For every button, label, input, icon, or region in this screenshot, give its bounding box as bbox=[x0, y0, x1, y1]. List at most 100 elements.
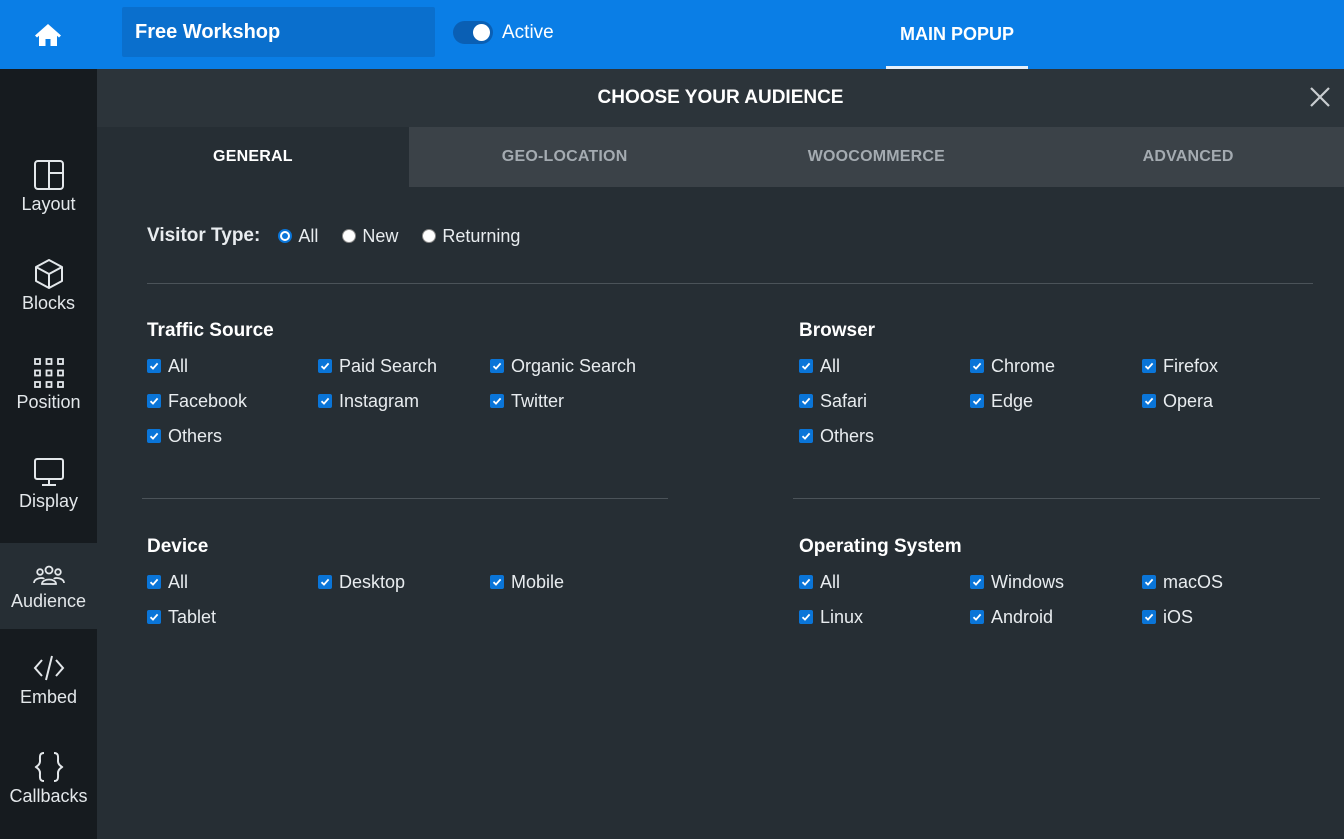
checkbox-checked-icon bbox=[1142, 394, 1156, 408]
sidebar-item-position[interactable]: Position bbox=[0, 336, 97, 422]
browser-section: Browser All Chrome Firefox Safari Edge Opera O… bbox=[799, 320, 1313, 447]
checkbox-label: All bbox=[820, 571, 841, 592]
tab-geo-location[interactable]: GEO-LOCATION bbox=[409, 127, 721, 187]
checkbox-checked-icon bbox=[147, 394, 161, 408]
sidebar-item-callbacks[interactable]: Callbacks bbox=[0, 730, 97, 816]
toggle-knob bbox=[473, 24, 490, 41]
checkbox-checked-icon bbox=[799, 429, 813, 443]
checkbox-checked-icon bbox=[799, 610, 813, 624]
section-title: Operating System bbox=[799, 536, 962, 557]
layout-icon bbox=[33, 160, 64, 190]
checkbox-android[interactable]: Android bbox=[970, 606, 1142, 628]
checkbox-checked-icon bbox=[970, 394, 984, 408]
checkbox-macos[interactable]: macOS bbox=[1142, 571, 1313, 593]
active-toggle[interactable] bbox=[453, 21, 493, 44]
checkbox-windows[interactable]: Windows bbox=[970, 571, 1142, 593]
checkbox-checked-icon bbox=[799, 575, 813, 589]
checkbox-all[interactable]: All bbox=[147, 355, 318, 377]
visitor-type-label: Visitor Type: bbox=[147, 225, 261, 246]
sidebar-item-label: Blocks bbox=[21, 293, 75, 313]
visitor-type-row: Visitor Type: All New Returning bbox=[147, 225, 544, 247]
checkbox-label: Facebook bbox=[168, 390, 248, 411]
checkbox-tablet[interactable]: Tablet bbox=[147, 606, 318, 628]
visitor-type-returning-radio[interactable]: Returning bbox=[422, 226, 520, 247]
radio-label: All bbox=[298, 225, 319, 246]
sidebar-item-label: Embed bbox=[19, 687, 78, 707]
checkbox-all[interactable]: All bbox=[799, 571, 970, 593]
checkbox-firefox[interactable]: Firefox bbox=[1142, 355, 1313, 377]
checkbox-label: Safari bbox=[820, 390, 868, 411]
checkbox-edge[interactable]: Edge bbox=[970, 390, 1142, 412]
checkbox-checked-icon bbox=[318, 359, 332, 373]
divider bbox=[142, 498, 668, 499]
home-button[interactable] bbox=[0, 0, 96, 69]
checkbox-others[interactable]: Others bbox=[147, 425, 318, 447]
checkbox-label: Others bbox=[168, 425, 223, 446]
checkbox-checked-icon bbox=[147, 429, 161, 443]
tab-woocommerce[interactable]: WOOCOMMERCE bbox=[721, 127, 1033, 187]
checkbox-safari[interactable]: Safari bbox=[799, 390, 970, 412]
checkbox-label: Twitter bbox=[511, 390, 565, 411]
checkbox-checked-icon bbox=[147, 575, 161, 589]
tab-main-popup[interactable]: MAIN POPUP bbox=[886, 0, 1028, 69]
checkbox-twitter[interactable]: Twitter bbox=[490, 390, 661, 412]
panel-header: CHOOSE YOUR AUDIENCE bbox=[97, 69, 1344, 127]
checkbox-opera[interactable]: Opera bbox=[1142, 390, 1313, 412]
sidebar-item-label: Callbacks bbox=[9, 786, 88, 806]
divider bbox=[147, 283, 1313, 284]
sidebar-item-display[interactable]: Display bbox=[0, 435, 97, 521]
checkbox-checked-icon bbox=[799, 359, 813, 373]
checkbox-organic-search[interactable]: Organic Search bbox=[490, 355, 661, 377]
checkbox-checked-icon bbox=[1142, 359, 1156, 373]
visitor-type-new-radio[interactable]: New bbox=[342, 226, 398, 247]
checkbox-label: Chrome bbox=[991, 355, 1056, 376]
checkbox-label: Opera bbox=[1163, 390, 1214, 411]
home-icon bbox=[35, 23, 61, 46]
checkbox-label: Android bbox=[991, 606, 1054, 627]
sidebar: Layout Blocks Position Display Audience bbox=[0, 69, 97, 839]
close-button[interactable] bbox=[1308, 85, 1332, 109]
visitor-type-all-radio[interactable]: All bbox=[278, 226, 318, 247]
radio-dot bbox=[278, 229, 293, 243]
checkbox-checked-icon bbox=[970, 610, 984, 624]
checkbox-checked-icon bbox=[318, 575, 332, 589]
checkbox-label: iOS bbox=[1163, 606, 1194, 627]
checkbox-facebook[interactable]: Facebook bbox=[147, 390, 318, 412]
checkbox-instagram[interactable]: Instagram bbox=[318, 390, 490, 412]
radio-label: New bbox=[362, 225, 399, 246]
checkbox-label: Desktop bbox=[339, 571, 406, 592]
checkbox-chrome[interactable]: Chrome bbox=[970, 355, 1142, 377]
checkbox-checked-icon bbox=[490, 394, 504, 408]
sidebar-item-label: Audience bbox=[10, 591, 87, 611]
checkbox-desktop[interactable]: Desktop bbox=[318, 571, 490, 593]
tab-advanced[interactable]: ADVANCED bbox=[1032, 127, 1344, 187]
checkbox-checked-icon bbox=[970, 359, 984, 373]
checkbox-label: Windows bbox=[991, 571, 1065, 592]
checkbox-linux[interactable]: Linux bbox=[799, 606, 970, 628]
grid-icon bbox=[33, 358, 64, 388]
checkbox-paid-search[interactable]: Paid Search bbox=[318, 355, 490, 377]
tab-general[interactable]: GENERAL bbox=[97, 127, 409, 187]
toggle-label: Active bbox=[502, 22, 554, 43]
device-options: All Desktop Mobile Tablet bbox=[147, 571, 661, 628]
checkbox-checked-icon bbox=[799, 394, 813, 408]
checkbox-all[interactable]: All bbox=[799, 355, 970, 377]
sidebar-item-audience[interactable]: Audience bbox=[0, 543, 97, 629]
checkbox-all[interactable]: All bbox=[147, 571, 318, 593]
checkbox-checked-icon bbox=[147, 610, 161, 624]
checkbox-label: All bbox=[168, 355, 189, 376]
operating-system-options: All Windows macOS Linux Android iOS bbox=[799, 571, 1313, 628]
popup-title-input[interactable] bbox=[122, 7, 435, 57]
checkbox-others[interactable]: Others bbox=[799, 425, 970, 447]
checkbox-label: All bbox=[168, 571, 189, 592]
checkbox-ios[interactable]: iOS bbox=[1142, 606, 1313, 628]
checkbox-label: Paid Search bbox=[339, 355, 438, 376]
sidebar-item-blocks[interactable]: Blocks bbox=[0, 237, 97, 323]
checkbox-checked-icon bbox=[970, 575, 984, 589]
sidebar-item-embed[interactable]: Embed bbox=[0, 631, 97, 717]
checkbox-label: Organic Search bbox=[511, 355, 637, 376]
sidebar-item-layout[interactable]: Layout bbox=[0, 138, 97, 224]
top-bar: Active MAIN POPUP bbox=[0, 0, 1344, 69]
cube-icon bbox=[34, 259, 63, 289]
checkbox-mobile[interactable]: Mobile bbox=[490, 571, 661, 593]
